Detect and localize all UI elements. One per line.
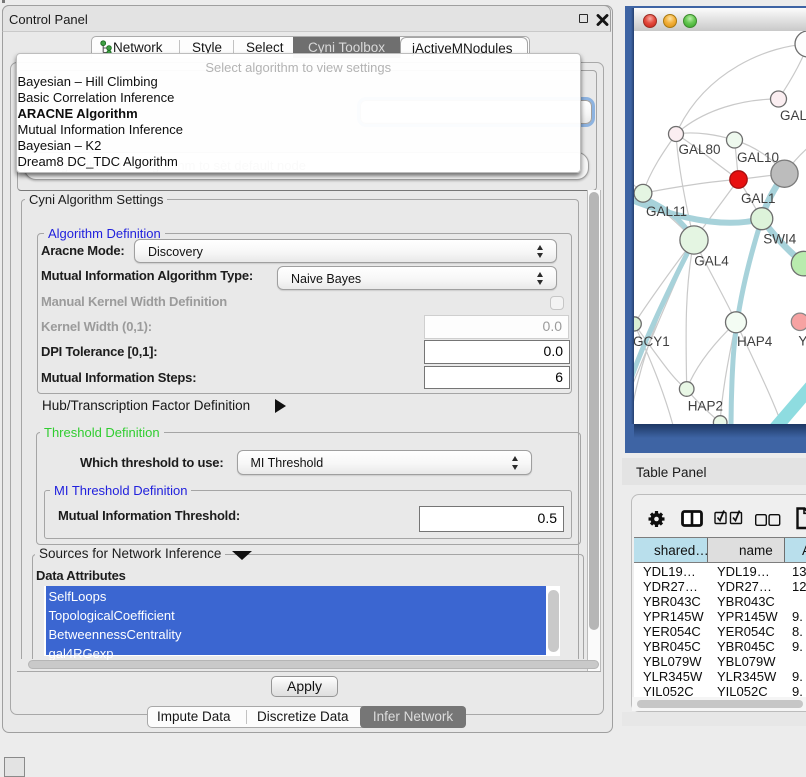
svg-text:GAL1: GAL1	[741, 191, 776, 206]
svg-text:GCY1: GCY1	[634, 334, 670, 349]
svg-text:Y: Y	[798, 334, 806, 349]
svg-text:GAL4: GAL4	[694, 254, 729, 269]
svg-text:HAP4: HAP4	[737, 334, 773, 349]
svg-text:GAL80: GAL80	[679, 142, 721, 157]
svg-text:GAL10: GAL10	[737, 150, 779, 165]
svg-text:GAL11: GAL11	[646, 204, 687, 219]
svg-text:GAL: GAL	[780, 108, 806, 123]
svg-text:SWI4: SWI4	[763, 232, 796, 247]
svg-text:HAP2: HAP2	[688, 399, 723, 414]
